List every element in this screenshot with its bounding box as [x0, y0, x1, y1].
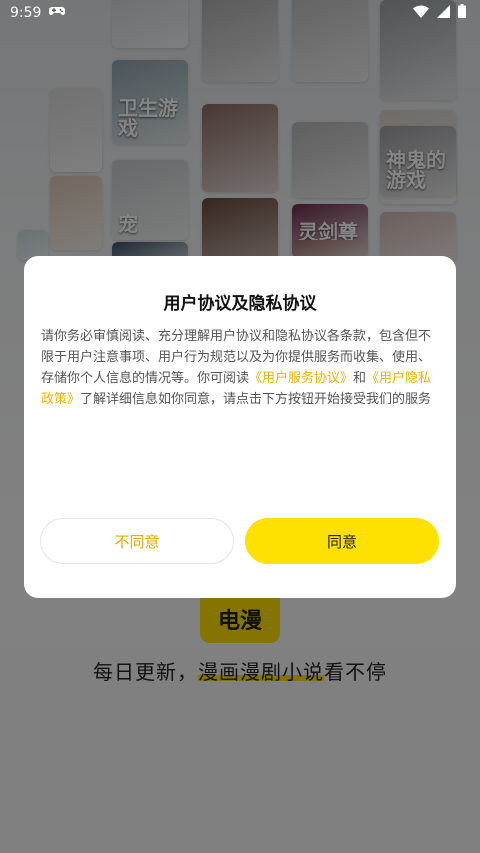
privacy-dialog: 用户协议及隐私协议 请你务必审慎阅读、充分理解用户协议和隐私协议各条款，包含但不…: [24, 256, 456, 598]
signal-icon: [437, 4, 450, 22]
status-time: 9:59: [10, 5, 42, 21]
disagree-button[interactable]: 不同意: [40, 518, 234, 564]
wifi-icon: [413, 4, 429, 22]
gamepad-icon: [49, 5, 66, 21]
dialog-body-and: 和: [353, 371, 367, 386]
battery-icon: [458, 4, 466, 22]
dialog-title: 用户协议及隐私协议: [163, 294, 317, 314]
service-agreement-link[interactable]: 《用户服务协议》: [249, 371, 353, 386]
dialog-body: 请你务必审慎阅读、充分理解用户协议和隐私协议各条款，包含但不限于用户注意事项、用…: [41, 326, 441, 410]
status-bar: 9:59: [0, 0, 480, 26]
dialog-body-tail: 了解详细信息如你同意，请点击下方按钮开始接受我们的服务: [80, 392, 432, 407]
agree-button[interactable]: 同意: [245, 518, 439, 564]
